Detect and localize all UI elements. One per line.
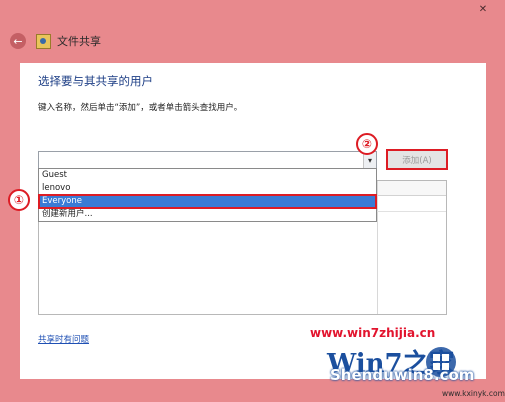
- dropdown-item-guest[interactable]: Guest: [39, 169, 376, 182]
- user-dropdown-list: Guest lenovo Everyone 创建新用户...: [38, 168, 377, 222]
- annotation-marker-1: ①: [8, 189, 30, 211]
- instruction-text: 键入名称，然后单击“添加”，或者单击箭头查找用户。: [38, 103, 243, 113]
- dropdown-item-create-user[interactable]: 创建新用户...: [39, 208, 376, 221]
- watermark-site-url: www.kxinyk.com: [442, 389, 505, 398]
- chevron-down-icon: ▾: [367, 155, 372, 165]
- add-button[interactable]: 添加(A): [386, 149, 448, 170]
- annotation-marker-2: ②: [356, 133, 378, 155]
- window-title: 文件共享: [57, 35, 101, 48]
- nav-bar: ← 文件共享: [10, 31, 101, 51]
- watermark-site-text: Shenduwin8.com: [330, 366, 475, 384]
- back-button[interactable]: ←: [10, 33, 26, 49]
- title-bar: ✕ ← 文件共享: [0, 0, 505, 62]
- file-sharing-icon: [36, 33, 51, 49]
- user-name-combobox[interactable]: ▾: [38, 151, 377, 169]
- close-button[interactable]: ✕: [470, 2, 496, 17]
- dialog-heading: 选择要与其共享的用户: [38, 74, 153, 88]
- back-arrow-icon: ←: [13, 34, 23, 48]
- sharing-help-link[interactable]: 共享时有问题: [38, 333, 89, 345]
- dropdown-item-lenovo[interactable]: lenovo: [39, 182, 376, 195]
- close-icon: ✕: [478, 4, 488, 15]
- watermark-url: www.win7zhijia.cn: [310, 326, 436, 340]
- dropdown-item-everyone[interactable]: Everyone: [38, 194, 377, 209]
